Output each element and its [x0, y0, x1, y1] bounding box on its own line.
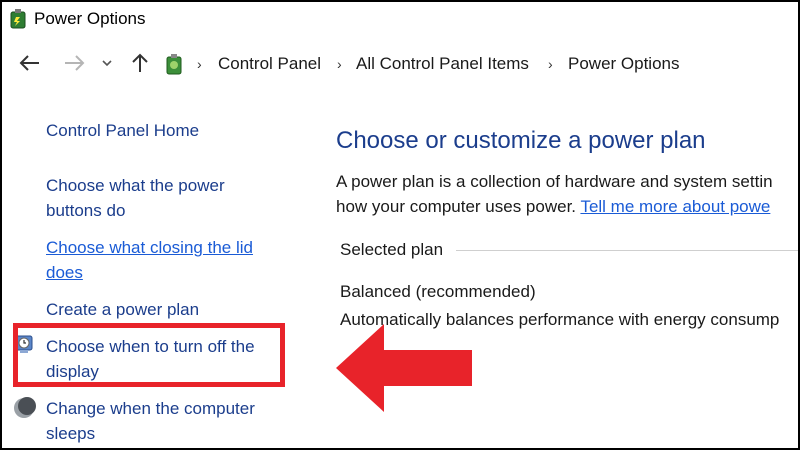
tell-me-more-link[interactable]: Tell me more about powe — [580, 197, 770, 216]
control-panel-home-link[interactable]: Control Panel Home — [46, 118, 199, 143]
description-line-2: how your computer uses power. Tell me mo… — [336, 197, 770, 217]
sidebar-item-closing-lid-line2[interactable]: does — [46, 260, 83, 285]
back-arrow-icon[interactable] — [18, 50, 42, 76]
breadcrumb-separator: › — [337, 56, 342, 72]
breadcrumb-separator: › — [197, 56, 202, 72]
power-options-battery-icon — [8, 8, 28, 30]
sidebar-item-computer-sleeps[interactable]: Change when the computer — [46, 396, 255, 421]
title-bar: Power Options — [2, 2, 798, 36]
up-arrow-icon[interactable] — [128, 50, 152, 76]
control-panel-icon — [162, 51, 188, 77]
breadcrumb-separator: › — [548, 56, 553, 72]
moon-icon — [12, 396, 36, 420]
power-options-window: Power Options › Control Panel › All Cont… — [0, 0, 800, 450]
sidebar-item-create-plan[interactable]: Create a power plan — [46, 297, 199, 322]
selected-plan-label: Selected plan — [340, 240, 444, 259]
breadcrumb-control-panel[interactable]: Control Panel — [218, 54, 321, 74]
sidebar-item-computer-sleeps-line2[interactable]: sleeps — [46, 421, 95, 446]
chevron-down-icon[interactable] — [98, 50, 116, 76]
description-line-1: A power plan is a collection of hardware… — [336, 172, 773, 191]
window-title: Power Options — [34, 9, 146, 28]
sidebar-item-closing-lid[interactable]: Choose what closing the lid — [46, 235, 253, 260]
sidebar-item-power-buttons[interactable]: Choose what the power — [46, 173, 225, 198]
breadcrumb-all-items[interactable]: All Control Panel Items — [356, 54, 529, 74]
breadcrumb-power-options[interactable]: Power Options — [568, 54, 680, 74]
forward-arrow-icon[interactable] — [62, 50, 86, 76]
address-bar: › Control Panel › All Control Panel Item… — [2, 42, 798, 86]
sidebar-item-power-buttons-line2[interactable]: buttons do — [46, 198, 125, 223]
page-title: Choose or customize a power plan — [336, 127, 706, 154]
highlight-box — [13, 323, 285, 387]
section-divider — [456, 250, 798, 251]
description-line-2-text: how your computer uses power. — [336, 197, 577, 216]
red-arrow-icon — [334, 320, 474, 416]
plan-name: Balanced (recommended) — [340, 282, 536, 301]
